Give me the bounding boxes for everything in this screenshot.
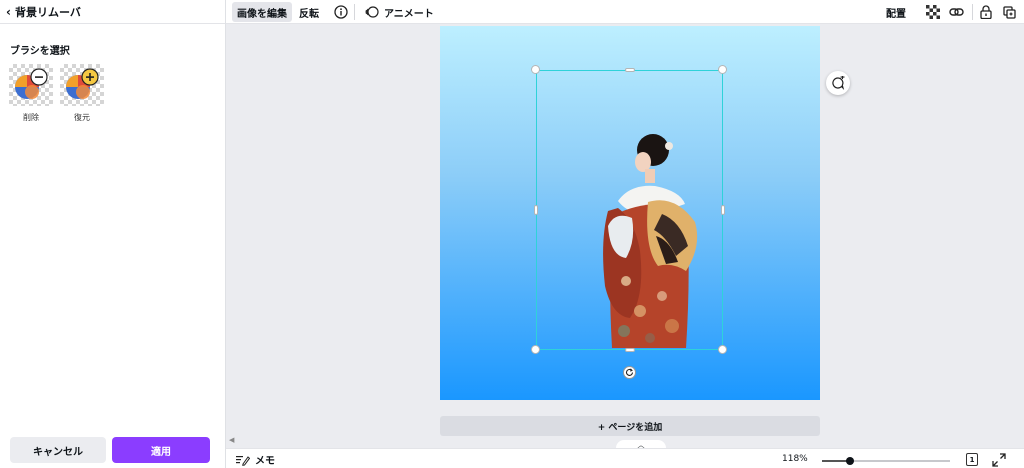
notes-pen-icon xyxy=(236,455,250,466)
top-toolbar: 画像を編集 反転 アニメート 配置 xyxy=(226,0,1024,24)
transparency-button[interactable] xyxy=(924,3,942,21)
edit-image-button[interactable]: 画像を編集 xyxy=(232,2,292,22)
fullscreen-icon[interactable] xyxy=(992,453,1006,467)
comment-plus-icon xyxy=(832,76,845,90)
section-title: ブラシを選択 xyxy=(10,46,70,57)
arrange-button[interactable]: 配置 xyxy=(881,2,911,22)
link-button[interactable] xyxy=(947,3,965,21)
info-icon xyxy=(334,5,348,19)
flip-button[interactable]: 反転 xyxy=(294,2,324,22)
erase-brush-label: 削除 xyxy=(23,113,39,122)
restore-brush-button[interactable]: 復元 xyxy=(60,64,104,123)
resize-handle-bottom[interactable] xyxy=(625,348,635,352)
resize-handle-bottom-left[interactable] xyxy=(531,345,540,354)
resize-handle-left[interactable] xyxy=(534,205,538,215)
info-button[interactable] xyxy=(329,2,353,22)
zoom-slider[interactable] xyxy=(822,457,950,465)
resize-handle-top-right[interactable] xyxy=(718,65,727,74)
restore-brush-thumbnail xyxy=(60,64,104,106)
animate-label: アニメート xyxy=(384,8,434,20)
notes-button[interactable]: メモ xyxy=(236,452,275,467)
page-count-button[interactable]: 1 xyxy=(966,453,978,466)
back-button[interactable]: ‹ 背景リムーバ xyxy=(0,0,225,24)
resize-handle-top-left[interactable] xyxy=(531,65,540,74)
scroll-left-arrow-icon[interactable]: ◀ xyxy=(229,436,234,444)
notes-label: メモ xyxy=(255,456,275,467)
lock-button[interactable] xyxy=(977,3,995,21)
lock-icon xyxy=(980,5,992,19)
transparency-icon xyxy=(926,5,940,19)
add-comment-button[interactable] xyxy=(826,71,850,95)
resize-handle-right[interactable] xyxy=(721,205,725,215)
link-icon xyxy=(948,8,964,16)
toolbar-divider-2 xyxy=(972,4,973,20)
restore-brush-label: 復元 xyxy=(74,113,90,122)
zoom-level[interactable]: 118% xyxy=(782,454,808,464)
background-remover-panel: ‹ 背景リムーバ ブラシを選択 削除 復元 キャンセル 適用 xyxy=(0,0,226,468)
bottom-bar: メモ 118% 1 xyxy=(226,448,1024,468)
cancel-button[interactable]: キャンセル xyxy=(10,437,106,463)
erase-brush-thumbnail xyxy=(9,64,53,106)
selection-frame[interactable] xyxy=(536,70,723,350)
minus-icon xyxy=(35,76,43,78)
add-page-button[interactable]: + ページを追加 xyxy=(440,416,820,436)
duplicate-icon xyxy=(1002,5,1016,19)
rotate-icon xyxy=(625,368,634,376)
animate-button[interactable]: アニメート xyxy=(360,2,439,22)
apply-button[interactable]: 適用 xyxy=(112,437,210,463)
rotate-handle[interactable] xyxy=(623,366,636,379)
chevron-left-icon: ‹ xyxy=(6,4,11,19)
resize-handle-bottom-right[interactable] xyxy=(718,345,727,354)
duplicate-button[interactable] xyxy=(1000,3,1018,21)
resize-handle-top[interactable] xyxy=(625,68,635,72)
panel-title: 背景リムーバ xyxy=(14,5,81,19)
erase-brush-button[interactable]: 削除 xyxy=(9,64,53,123)
zoom-slider-thumb[interactable] xyxy=(846,457,854,465)
toolbar-divider xyxy=(354,4,355,20)
animate-icon xyxy=(365,6,379,18)
